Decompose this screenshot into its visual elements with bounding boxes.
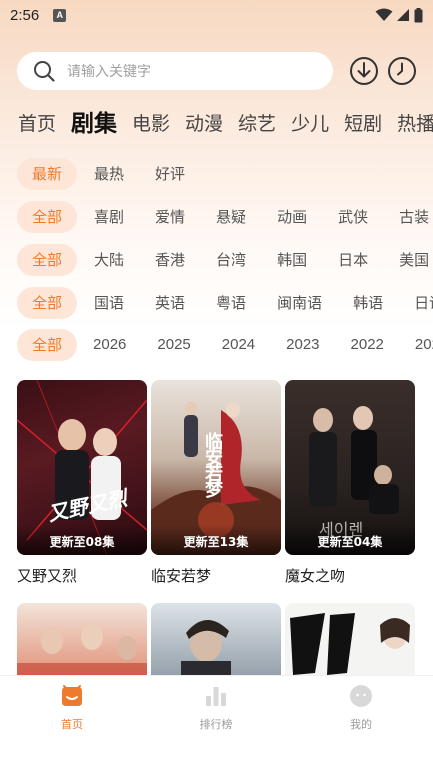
filter-chip[interactable]: 全部 — [17, 287, 78, 319]
filter-chip[interactable]: 爱情 — [141, 201, 199, 233]
category-tabs: 首页 剧集 电影 动漫 综艺 少儿 短剧 热播 — [18, 106, 433, 142]
bottom-nav-label: 我的 — [350, 718, 372, 731]
filter-chip[interactable]: 2023 — [273, 329, 332, 361]
tab-home[interactable]: 首页 — [18, 106, 56, 142]
bottom-nav-home[interactable]: 首页 — [32, 684, 112, 732]
poster-image[interactable] — [151, 603, 281, 683]
filter-chip[interactable]: 最新 — [17, 158, 78, 190]
notification-icon: A — [53, 8, 67, 22]
tab-trending[interactable]: 热播 — [397, 106, 433, 142]
card-title: 临安若梦 — [151, 567, 212, 585]
card-title: 魔女之吻 — [285, 567, 346, 585]
video-card[interactable]: 又野又烈 更新至08集 又野又烈 — [17, 380, 147, 586]
video-card[interactable]: 临安若梦 更新至13集 临安若梦 — [151, 380, 281, 586]
bottom-nav-profile[interactable]: 我的 — [321, 684, 401, 732]
battery-icon — [414, 7, 423, 22]
episode-badge: 更新至04集 — [285, 525, 415, 555]
poster-image: 又野又烈 更新至08集 — [17, 380, 147, 555]
tab-short-drama[interactable]: 短剧 — [344, 106, 382, 142]
filter-row-language: 全部 国语 英语 粤语 闽南语 韩语 日语 — [17, 287, 433, 319]
episode-badge: 更新至13集 — [151, 525, 281, 555]
filter-chip[interactable]: 2025 — [144, 329, 203, 361]
poster-image[interactable] — [17, 603, 147, 683]
status-time: 2:56 — [10, 6, 40, 24]
bottom-nav-label: 排行榜 — [199, 718, 233, 731]
filter-chip[interactable]: 2024 — [209, 329, 268, 361]
search-input[interactable]: 请输入关键字 — [17, 52, 333, 90]
filter-chip[interactable]: 全部 — [17, 329, 78, 361]
filter-chip[interactable]: 全部 — [17, 201, 78, 233]
episode-badge: 更新至08集 — [17, 525, 147, 555]
filter-chip[interactable]: 2022 — [338, 329, 397, 361]
download-icon[interactable] — [348, 55, 380, 87]
filter-chip[interactable]: 2021 — [402, 329, 433, 361]
bottom-nav-label: 首页 — [61, 718, 83, 731]
tab-variety[interactable]: 综艺 — [238, 106, 276, 142]
tab-kids[interactable]: 少儿 — [291, 106, 329, 142]
video-card[interactable]: 세이렌 更新至04集 魔女之吻 — [285, 380, 415, 586]
filter-row-sort: 最新 最热 好评 — [17, 158, 433, 190]
poster-image[interactable] — [285, 603, 415, 683]
filter-chip[interactable]: 大陆 — [80, 244, 138, 276]
filter-chip[interactable]: 好评 — [141, 158, 199, 190]
tab-series[interactable]: 剧集 — [71, 106, 117, 142]
filter-chip[interactable]: 喜剧 — [80, 201, 138, 233]
history-icon[interactable] — [386, 55, 418, 87]
filter-chip[interactable]: 韩语 — [339, 287, 397, 319]
filter-row-genre: 全部 喜剧 爱情 悬疑 动画 武侠 古装 — [17, 201, 433, 233]
poster-image: 临安若梦 更新至13集 — [151, 380, 281, 555]
filter-chip[interactable]: 2026 — [80, 329, 139, 361]
filter-chip[interactable]: 全部 — [17, 244, 78, 276]
home-icon — [62, 685, 82, 706]
filter-chip[interactable]: 古装 — [385, 201, 433, 233]
wifi-icon — [375, 8, 393, 21]
search-icon — [34, 61, 55, 82]
profile-icon — [350, 685, 372, 707]
filter-row-region: 全部 大陆 香港 台湾 韩国 日本 美国 — [17, 244, 433, 276]
filter-chip[interactable]: 粤语 — [202, 287, 260, 319]
filter-chip[interactable]: 闽南语 — [263, 287, 336, 319]
filter-chip[interactable]: 英语 — [141, 287, 199, 319]
tab-anime[interactable]: 动漫 — [185, 106, 223, 142]
filter-row-year: 全部 2026 2025 2024 2023 2022 2021 — [17, 329, 433, 361]
filter-chip[interactable]: 日本 — [324, 244, 382, 276]
search-row: 请输入关键字 — [17, 52, 417, 90]
filter-chip[interactable]: 台湾 — [202, 244, 260, 276]
filter-chip[interactable]: 韩国 — [263, 244, 321, 276]
poster-image: 세이렌 更新至04集 — [285, 380, 415, 555]
poster-title-art: 临安若梦 — [202, 432, 223, 496]
signal-icon — [397, 9, 409, 21]
bottom-nav-ranking[interactable]: 排行榜 — [176, 684, 256, 732]
card-title: 又野又烈 — [17, 567, 78, 585]
filter-chip[interactable]: 香港 — [141, 244, 199, 276]
filter-chip[interactable]: 武侠 — [324, 201, 382, 233]
filter-chip[interactable]: 国语 — [80, 287, 138, 319]
bottom-navigation: 首页 排行榜 我的 — [0, 675, 433, 769]
filter-chip[interactable]: 日语 — [400, 287, 433, 319]
filter-chip[interactable]: 美国 — [385, 244, 433, 276]
search-placeholder: 请输入关键字 — [67, 64, 151, 80]
filter-chip[interactable]: 动画 — [263, 201, 321, 233]
filter-chip[interactable]: 最热 — [80, 158, 138, 190]
status-bar: 2:56 A — [0, 0, 433, 30]
ranking-icon — [206, 687, 226, 706]
filter-chip[interactable]: 悬疑 — [202, 201, 260, 233]
tab-movies[interactable]: 电影 — [132, 106, 170, 142]
